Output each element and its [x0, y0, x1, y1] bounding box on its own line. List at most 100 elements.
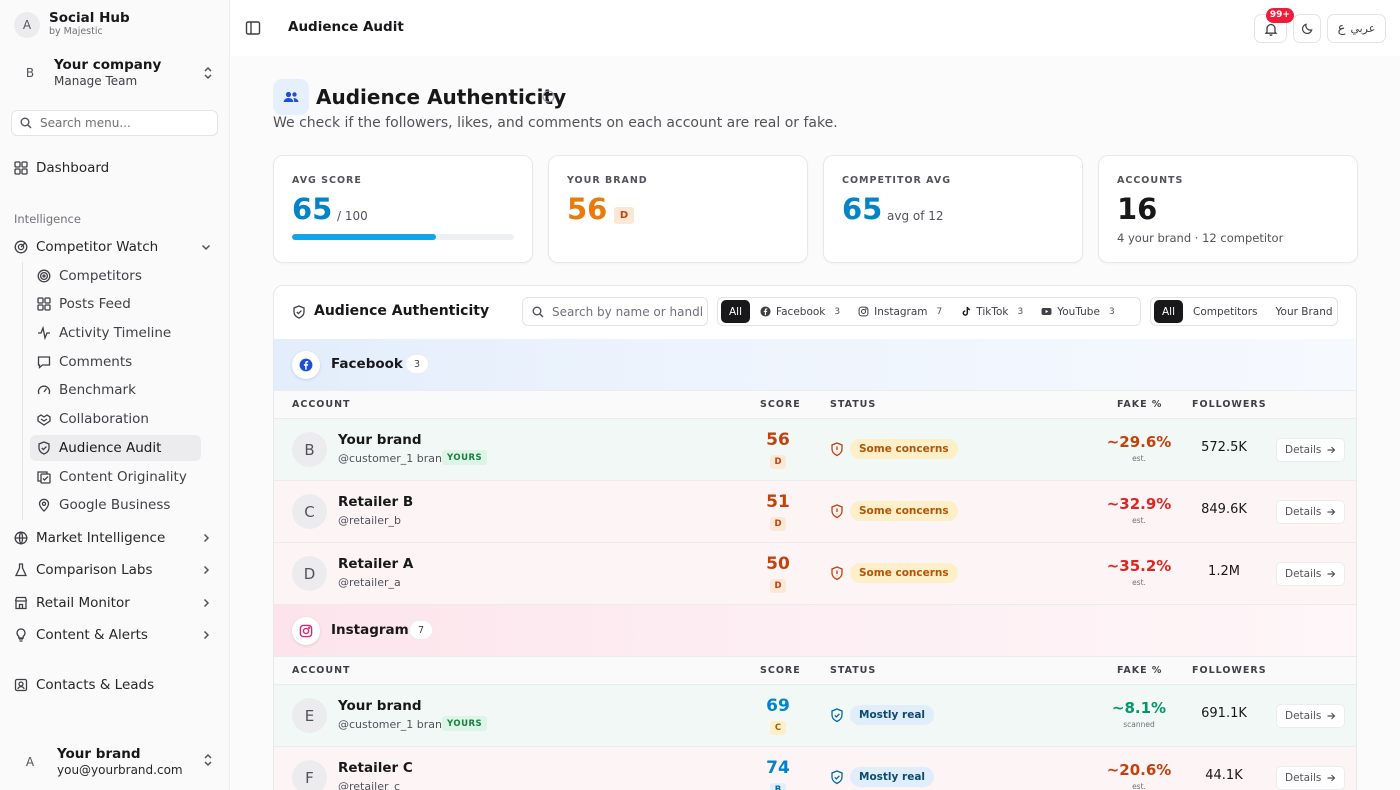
avatar: D — [292, 556, 327, 591]
shield-check-icon — [293, 305, 305, 319]
grid-icon — [37, 297, 51, 311]
details-button[interactable]: Details — [1276, 500, 1346, 524]
filter-platform-all[interactable]: All — [721, 300, 751, 323]
sidebar-item-content-originality[interactable]: Content Originality — [30, 464, 201, 490]
tiktok-icon — [962, 306, 971, 316]
nav-content-alerts[interactable]: Content & Alerts — [14, 622, 220, 648]
nav-contacts-leads[interactable]: Contacts & Leads — [14, 672, 220, 698]
menu-search-input[interactable] — [40, 116, 200, 130]
stat-label: COMPETITOR AVG — [842, 175, 952, 186]
followers-count: 44.1K — [1205, 768, 1243, 783]
filter-label: TikTok — [976, 305, 1009, 318]
sidebar-item-benchmark[interactable]: Benchmark — [30, 377, 201, 403]
stat-value: 16 — [1117, 192, 1158, 226]
instagram-icon — [858, 306, 869, 317]
details-button[interactable]: Details — [1276, 766, 1346, 790]
grade-badge: D — [770, 517, 786, 531]
avg-score-progress-bar — [292, 234, 514, 240]
nav-contacts-leads-label: Contacts & Leads — [36, 677, 155, 693]
notifications-button[interactable]: 99+ — [1254, 8, 1294, 43]
user-menu[interactable]: A Your brand you@yourbrand.com — [12, 740, 218, 784]
chevron-down-icon — [201, 244, 211, 251]
users-icon — [273, 79, 309, 115]
status-badge: Some concerns — [850, 563, 958, 583]
col-followers: FOLLOWERS — [1192, 665, 1267, 676]
account-search[interactable] — [522, 297, 708, 326]
chevrons-up-down-icon — [204, 66, 212, 80]
brand-avatar: A — [14, 11, 40, 38]
nav-market-intelligence[interactable]: Market Intelligence — [14, 525, 220, 551]
submenu-guide-line — [22, 262, 23, 520]
platform-name: Instagram — [331, 622, 409, 638]
sidebar-item-audience-audit[interactable]: Audience Audit — [30, 435, 201, 461]
sidebar-item-collaboration[interactable]: Collaboration — [30, 406, 201, 432]
nav-dashboard-label: Dashboard — [36, 160, 110, 176]
nav-comparison-labs-label: Comparison Labs — [36, 562, 153, 578]
arrow-right-icon — [1327, 774, 1336, 782]
shield-check-icon — [38, 441, 50, 455]
user-name: Your brand — [57, 746, 141, 762]
table-row[interactable]: C Retailer B @retailer_b 51 D Some conce… — [274, 481, 1356, 543]
main-content: Audience Authenticity We check if the fo… — [231, 56, 1400, 790]
filter-platform-instagram[interactable]: Instagram 7 — [850, 300, 950, 323]
col-score: SCORE — [760, 665, 801, 676]
sidebar-item-google-business[interactable]: Google Business — [30, 492, 201, 518]
stat-card-competitor-avg: COMPETITOR AVG 65 avg of 12 — [823, 155, 1083, 263]
team-switcher[interactable]: B Your company Manage Team — [12, 53, 218, 93]
table-row[interactable]: D Retailer A @retailer_a 50 D Some conce… — [274, 543, 1356, 605]
nav-retail-monitor[interactable]: Retail Monitor — [14, 590, 220, 616]
nav-comparison-labs[interactable]: Comparison Labs — [14, 557, 220, 583]
table-row[interactable]: B Your brand @customer_1 brand YOURS 56 … — [274, 419, 1356, 481]
col-fake: FAKE % — [1117, 399, 1163, 410]
filter-platform-tiktok[interactable]: TikTok 3 — [952, 300, 1031, 323]
account-handle: @customer_1 brand — [338, 718, 449, 731]
nav-dashboard[interactable]: Dashboard — [14, 155, 220, 181]
gauge-icon — [37, 385, 51, 395]
account-handle: @retailer_a — [338, 576, 401, 589]
user-email: you@yourbrand.com — [57, 763, 183, 777]
details-button[interactable]: Details — [1276, 704, 1346, 728]
arrow-right-icon — [1327, 570, 1336, 578]
theme-toggle-button[interactable] — [1293, 14, 1321, 43]
filter-owner-all[interactable]: All — [1154, 300, 1184, 323]
table-row[interactable]: F Retailer C @retailer_c 74 B Mostly rea… — [274, 747, 1356, 790]
app-brand[interactable]: A Social Hub by Majestic — [14, 11, 130, 38]
company-subtitle: Manage Team — [54, 74, 138, 88]
sidebar-item-label: Comments — [59, 354, 133, 370]
chevron-right-icon — [203, 533, 210, 543]
menu-search[interactable] — [11, 110, 218, 136]
status-badge: Some concerns — [850, 439, 958, 459]
filter-owner-competitors[interactable]: Competitors — [1185, 300, 1265, 323]
chevron-right-icon — [203, 630, 210, 640]
comment-icon — [37, 356, 51, 369]
filter-owner-your-brand[interactable]: Your Brand — [1268, 300, 1341, 323]
page-title: Audience Authenticity — [316, 85, 567, 109]
details-label: Details — [1285, 772, 1322, 784]
audience-table-card: Audience Authenticity All Facebook3 Inst… — [273, 285, 1357, 790]
stat-value: 65 — [292, 192, 333, 226]
nav-competitor-watch[interactable]: Competitor Watch — [14, 234, 220, 260]
platform-group-header-instagram: Instagram 7 — [274, 605, 1356, 657]
details-button[interactable]: Details — [1276, 438, 1346, 462]
dashboard-icon — [14, 161, 28, 175]
language-label: عربي — [1350, 22, 1376, 35]
sidebar-item-activity-timeline[interactable]: Activity Timeline — [30, 320, 201, 346]
details-button[interactable]: Details — [1276, 562, 1346, 586]
account-search-input[interactable] — [552, 304, 702, 319]
filter-platform-youtube[interactable]: YouTube 3 — [1033, 300, 1122, 323]
arrow-right-icon — [1327, 446, 1336, 454]
details-label: Details — [1285, 568, 1322, 580]
sidebar-item-comments[interactable]: Comments — [30, 349, 201, 375]
table-row[interactable]: E Your brand @customer_1 brand YOURS 69 … — [274, 685, 1356, 747]
sidebar-item-label: Google Business — [59, 497, 171, 513]
filter-platform-facebook[interactable]: Facebook 3 — [752, 300, 848, 323]
account-handle: @retailer_b — [338, 514, 401, 527]
platform-name: Facebook — [331, 356, 403, 372]
info-icon[interactable] — [542, 90, 555, 103]
sidebar-item-posts-feed[interactable]: Posts Feed — [30, 291, 201, 317]
section-label-intelligence: Intelligence — [14, 212, 81, 226]
sidebar-toggle-icon[interactable] — [245, 20, 261, 36]
sidebar-item-label: Posts Feed — [59, 296, 131, 312]
language-switch-button[interactable]: ع عربي — [1327, 14, 1386, 43]
sidebar-item-competitors[interactable]: Competitors — [30, 263, 201, 289]
